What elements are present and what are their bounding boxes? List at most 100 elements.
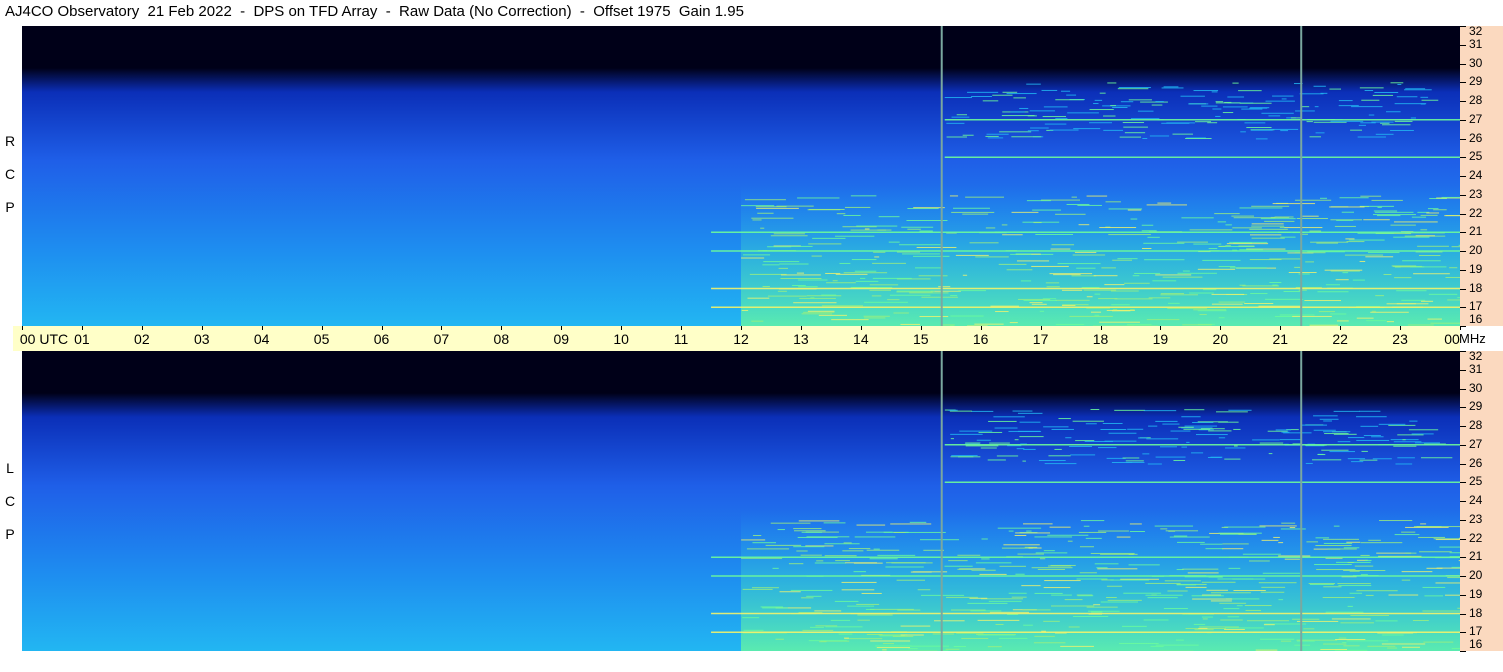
emission-streak — [1244, 303, 1274, 305]
lcp-spectrogram — [22, 351, 1460, 651]
upper-band-streak — [1146, 438, 1179, 440]
emission-streak — [1242, 553, 1281, 555]
upper-band-streak — [1313, 85, 1326, 87]
emission-streak — [1416, 526, 1460, 528]
upper-band-streak — [1317, 454, 1326, 456]
emission-streak — [1447, 299, 1460, 301]
emission-streak — [1336, 219, 1354, 221]
emission-streak — [1346, 241, 1365, 243]
emission-streak — [998, 637, 1028, 639]
emission-streak — [1258, 582, 1297, 584]
emission-streak — [1210, 600, 1232, 602]
emission-streak — [1197, 310, 1227, 312]
emission-streak — [1146, 319, 1180, 321]
emission-streak — [1132, 275, 1140, 277]
emission-streak — [1015, 573, 1025, 575]
upper-band-streak — [1172, 133, 1193, 135]
emission-streak — [912, 255, 950, 257]
emission-streak — [1192, 598, 1233, 600]
emission-streak — [1077, 595, 1094, 597]
upper-band-streak — [1374, 92, 1399, 94]
upper-band-streak — [1295, 110, 1315, 112]
emission-streak — [1094, 314, 1100, 316]
emission-streak — [1079, 546, 1095, 548]
emission-streak — [814, 562, 847, 564]
emission-streak — [1217, 578, 1254, 580]
upper-band-streak — [1372, 458, 1392, 460]
emission-streak — [1033, 642, 1066, 644]
emission-streak — [1356, 590, 1398, 592]
time-tick-mark — [681, 326, 683, 330]
upper-band-streak — [1281, 98, 1287, 100]
emission-streak — [1050, 605, 1095, 607]
emission-streak — [1273, 536, 1280, 538]
rcp-freq-tick-mark — [1460, 269, 1466, 271]
emission-streak — [1368, 252, 1400, 254]
emission-streak — [1134, 272, 1161, 274]
emission-streak — [788, 563, 804, 565]
emission-streak — [1335, 639, 1366, 641]
emission-streak — [1164, 580, 1201, 582]
upper-band-streak — [1314, 106, 1319, 108]
emission-streak — [1157, 202, 1172, 204]
emission-streak — [1396, 290, 1427, 292]
emission-streak — [1441, 196, 1460, 198]
emission-streak — [1387, 647, 1398, 649]
emission-streak — [1229, 241, 1268, 243]
emission-streak — [899, 244, 941, 246]
emission-streak — [1111, 304, 1130, 306]
upper-band-streak — [1195, 434, 1228, 436]
emission-streak — [779, 591, 801, 593]
emission-streak — [1222, 543, 1249, 545]
emission-streak — [1281, 522, 1296, 524]
upper-band-streak — [1323, 431, 1351, 433]
emission-streak — [1226, 243, 1269, 245]
emission-streak — [762, 286, 770, 288]
upper-band-streak — [1388, 424, 1416, 426]
upper-band-streak — [1305, 462, 1313, 464]
emission-streak — [1284, 227, 1323, 229]
upper-band-streak — [1329, 451, 1355, 453]
rcp-freq-tick-mark — [1460, 232, 1466, 234]
emission-streak — [1105, 201, 1121, 203]
emission-streak — [1315, 545, 1352, 547]
upper-band-streak — [1351, 106, 1383, 108]
upper-band-streak — [1390, 129, 1414, 131]
emission-streak — [1420, 300, 1434, 302]
upper-band-streak — [1184, 409, 1205, 411]
upper-band-streak — [1061, 90, 1071, 92]
rcp-freq-tick-label: 16 — [1469, 312, 1483, 326]
emission-streak — [1451, 648, 1460, 650]
time-tick-label: 01 — [74, 331, 90, 347]
upper-band-streak — [1233, 428, 1241, 430]
upper-band-streak — [1072, 420, 1104, 422]
time-tick-mark — [321, 326, 323, 330]
emission-streak — [1155, 274, 1192, 276]
upper-band-streak — [1261, 112, 1294, 114]
emission-streak — [1296, 639, 1338, 641]
upper-band-streak — [1026, 83, 1041, 85]
emission-streak — [856, 603, 880, 605]
upper-band-streak — [962, 134, 974, 136]
upper-band-streak — [1027, 115, 1037, 117]
emission-streak — [1150, 645, 1164, 647]
emission-streak — [861, 592, 882, 594]
emission-streak — [1336, 320, 1349, 322]
emission-streak — [1347, 605, 1353, 607]
upper-band-streak — [1070, 454, 1096, 456]
emission-streak — [834, 600, 859, 602]
emission-streak — [1098, 530, 1129, 532]
upper-band-streak — [1268, 453, 1273, 455]
upper-band-streak — [1275, 429, 1292, 431]
emission-streak — [767, 295, 807, 297]
upper-band-streak — [1099, 92, 1106, 94]
emission-streak — [1181, 217, 1214, 219]
upper-band-streak — [1238, 90, 1262, 92]
emission-streak — [995, 623, 1004, 625]
emission-streak — [741, 257, 765, 259]
upper-band-streak — [1151, 104, 1163, 106]
emission-streak — [1057, 263, 1101, 265]
emission-streak — [1002, 234, 1023, 236]
upper-band-streak — [1107, 82, 1117, 84]
emission-streak — [1365, 559, 1372, 561]
